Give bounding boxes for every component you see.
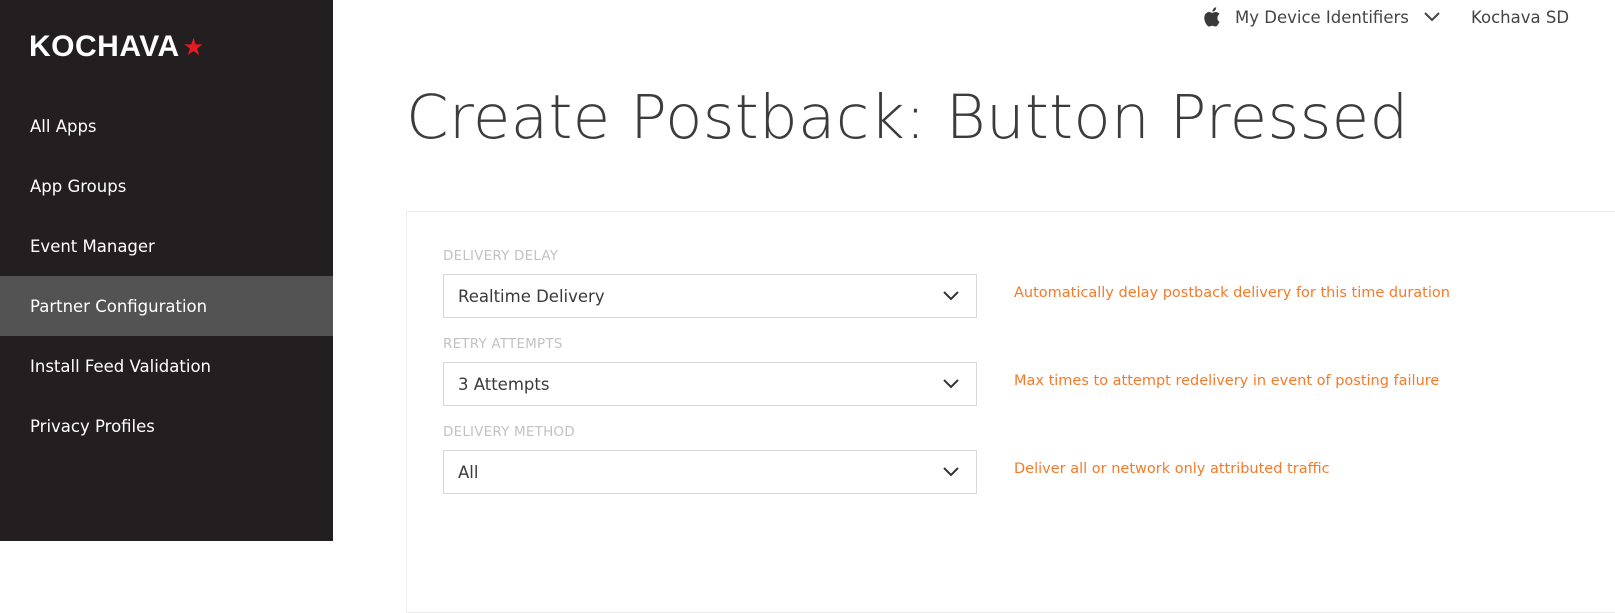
retry-attempts-value: 3 Attempts bbox=[458, 374, 550, 394]
sidebar-nav: All Apps App Groups Event Manager Partne… bbox=[0, 96, 333, 456]
logo-text: KOCHAVA bbox=[29, 30, 180, 63]
postback-form-card bbox=[406, 211, 1615, 613]
sidebar-item-label: Event Manager bbox=[30, 236, 155, 256]
retry-attempts-label: RETRY ATTEMPTS bbox=[443, 336, 563, 352]
sidebar-item-install-feed-validation[interactable]: Install Feed Validation bbox=[0, 336, 333, 396]
delivery-method-label: DELIVERY METHOD bbox=[443, 424, 575, 440]
chevron-down-icon bbox=[943, 291, 959, 301]
sidebar-item-app-groups[interactable]: App Groups bbox=[0, 156, 333, 216]
chevron-down-icon bbox=[943, 467, 959, 477]
sidebar-item-label: Partner Configuration bbox=[30, 296, 208, 316]
apple-icon bbox=[1204, 7, 1220, 27]
page-title: Create Postback: Button Pressed bbox=[406, 82, 1409, 153]
delivery-method-select[interactable]: All bbox=[443, 450, 977, 494]
delivery-delay-select[interactable]: Realtime Delivery bbox=[443, 274, 977, 318]
app-selector[interactable]: Kochava SD bbox=[1471, 8, 1569, 27]
chevron-down-icon bbox=[943, 379, 959, 389]
kochava-logo[interactable]: KOCHAVA ★ bbox=[29, 30, 204, 64]
sidebar-item-partner-configuration[interactable]: Partner Configuration bbox=[0, 276, 333, 336]
chevron-down-icon bbox=[1424, 12, 1440, 22]
top-bar: My Device Identifiers Kochava SD bbox=[333, 0, 1615, 40]
sidebar-item-all-apps[interactable]: All Apps bbox=[0, 96, 333, 156]
sidebar-item-label: All Apps bbox=[30, 116, 97, 136]
sidebar-item-label: Install Feed Validation bbox=[30, 356, 212, 376]
sidebar-item-label: App Groups bbox=[30, 176, 127, 196]
delivery-delay-value: Realtime Delivery bbox=[458, 286, 605, 306]
delivery-delay-hint: Automatically delay postback delivery fo… bbox=[1014, 285, 1450, 301]
device-identifiers-label: My Device Identifiers bbox=[1235, 7, 1409, 27]
sidebar-item-label: Privacy Profiles bbox=[30, 416, 155, 436]
sidebar-item-event-manager[interactable]: Event Manager bbox=[0, 216, 333, 276]
delivery-delay-label: DELIVERY DELAY bbox=[443, 248, 559, 264]
retry-attempts-hint: Max times to attempt redelivery in event… bbox=[1014, 373, 1440, 389]
delivery-method-value: All bbox=[458, 462, 479, 482]
device-identifiers-menu[interactable]: My Device Identifiers bbox=[1203, 6, 1441, 28]
sidebar-item-privacy-profiles[interactable]: Privacy Profiles bbox=[0, 396, 333, 456]
star-icon: ★ bbox=[182, 33, 205, 61]
delivery-method-hint: Deliver all or network only attributed t… bbox=[1014, 461, 1330, 477]
sidebar: KOCHAVA ★ All Apps App Groups Event Mana… bbox=[0, 0, 333, 541]
retry-attempts-select[interactable]: 3 Attempts bbox=[443, 362, 977, 406]
